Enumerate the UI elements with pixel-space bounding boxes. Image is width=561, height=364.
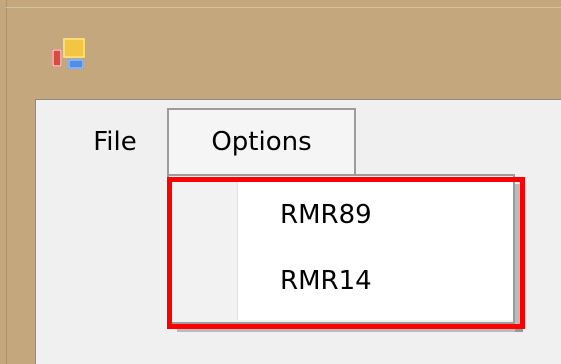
- application-icon[interactable]: [51, 37, 87, 73]
- window-edge: [6, 0, 7, 364]
- red-highlight-box: [167, 177, 525, 329]
- title-bar-border: [6, 7, 561, 8]
- menu-file[interactable]: File: [65, 110, 165, 174]
- menu-options[interactable]: Options: [167, 108, 356, 174]
